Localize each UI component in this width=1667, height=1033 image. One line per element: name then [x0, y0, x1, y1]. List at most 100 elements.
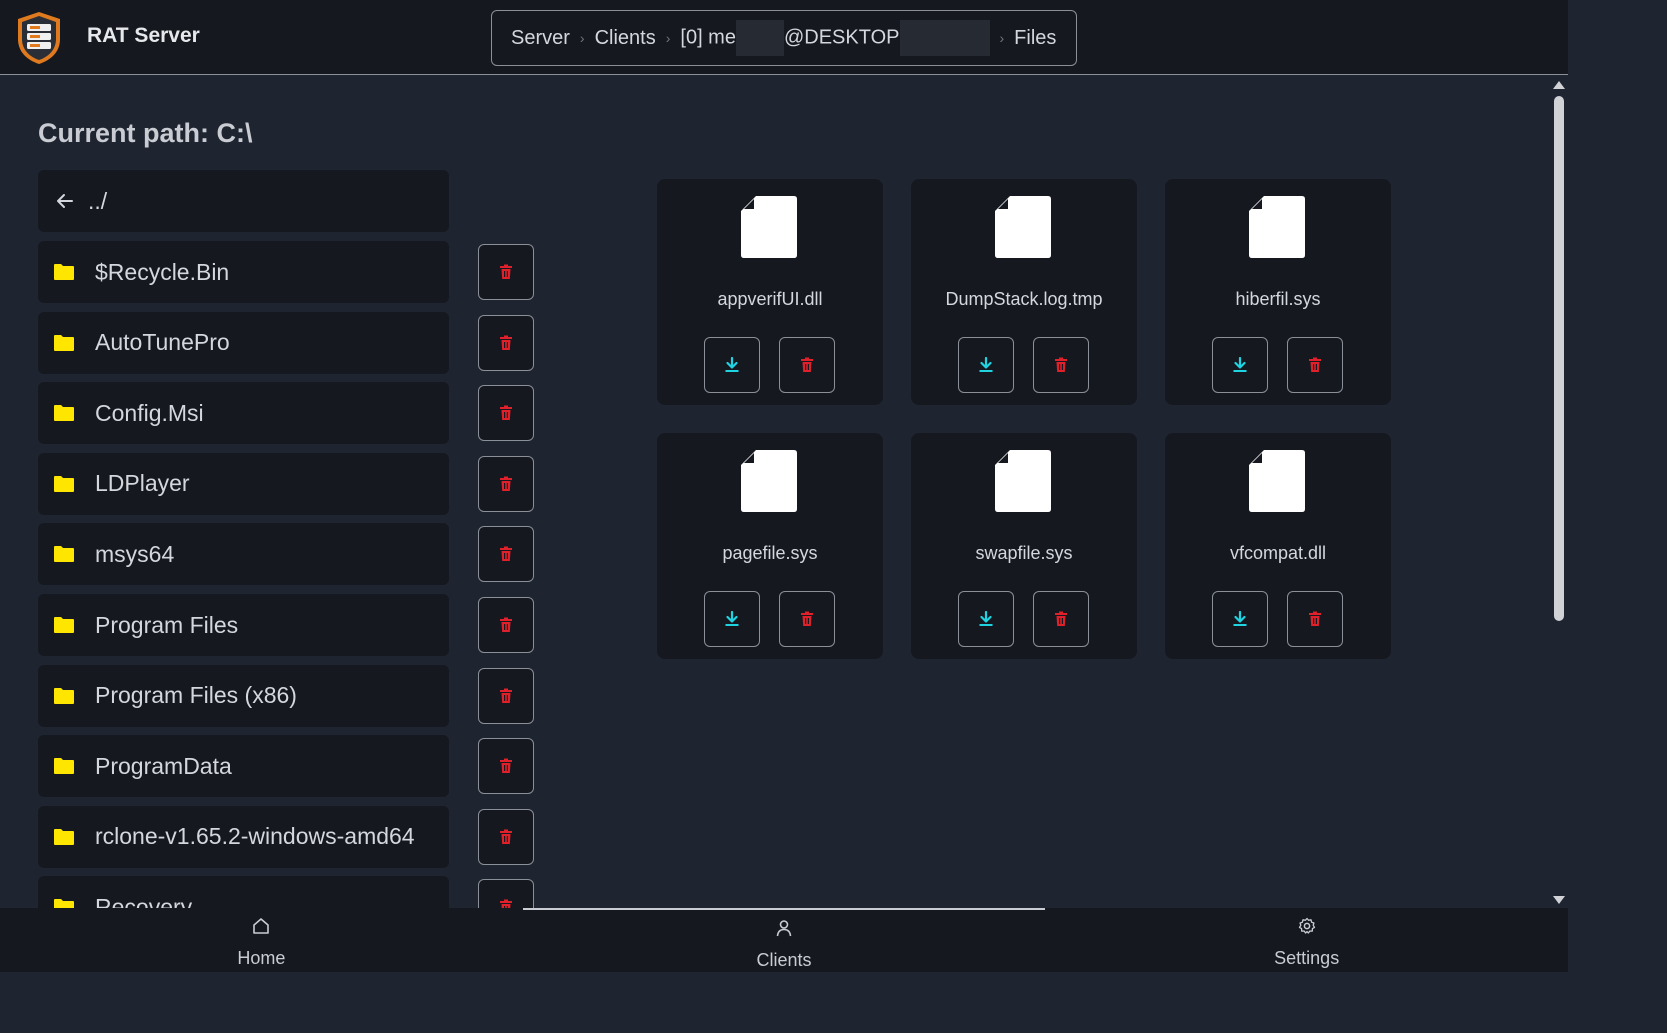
file-name: pagefile.sys: [722, 543, 818, 563]
app-title: RAT Server: [87, 24, 200, 47]
download-file-button[interactable]: [1212, 591, 1268, 647]
gear-icon: [1298, 917, 1315, 934]
folder-name: Recovery: [95, 893, 193, 908]
nav-home[interactable]: Home: [0, 908, 523, 972]
delete-folder-button[interactable]: [478, 667, 534, 724]
scroll-down-arrow-icon[interactable]: [1553, 896, 1565, 904]
folder-row[interactable]: Recovery: [38, 876, 449, 908]
delete-file-button[interactable]: [1287, 591, 1343, 647]
folder-row[interactable]: Config.Msi: [38, 382, 449, 445]
folder-name: Program Files: [95, 611, 239, 638]
chevron-right-icon: ›: [999, 30, 1005, 46]
chevron-right-icon: ›: [579, 30, 585, 46]
nav-clients[interactable]: Clients: [522, 908, 1046, 972]
delete-file-button[interactable]: [779, 337, 835, 393]
file-icon: [995, 196, 1051, 258]
redaction: [899, 20, 990, 56]
folder-icon: [54, 264, 74, 280]
trash-icon: [500, 829, 512, 844]
app-header: RAT Server Server › Clients › [0] me @DES…: [0, 0, 1568, 75]
delete-file-button[interactable]: [1287, 337, 1343, 393]
download-file-button[interactable]: [1212, 337, 1268, 393]
chevron-right-icon: ›: [665, 30, 671, 46]
file-card: swapfile.sys: [911, 433, 1137, 659]
file-icon: [1249, 196, 1305, 258]
folder-name: msys64: [95, 540, 175, 567]
download-file-button[interactable]: [704, 591, 760, 647]
download-icon: [979, 357, 993, 372]
download-icon: [1233, 611, 1247, 626]
nav-home-label: Home: [237, 948, 286, 968]
folder-row[interactable]: Program Files (x86): [38, 664, 449, 727]
breadcrumb-clients[interactable]: Clients: [595, 27, 656, 50]
trash-icon: [500, 758, 512, 774]
folder-name: AutoTunePro: [95, 329, 230, 356]
download-icon: [725, 611, 739, 626]
delete-folder-button[interactable]: [478, 738, 534, 795]
trash-icon: [1309, 357, 1321, 372]
arrow-left-icon: [57, 194, 73, 208]
trash-icon: [1309, 611, 1321, 626]
breadcrumb-server[interactable]: Server: [511, 27, 570, 50]
delete-file-button[interactable]: [1033, 337, 1089, 393]
folder-row[interactable]: ProgramData: [38, 735, 449, 798]
delete-folder-button[interactable]: [478, 385, 534, 442]
delete-folder-button[interactable]: [478, 808, 534, 865]
trash-icon: [500, 335, 512, 350]
delete-folder-button[interactable]: [478, 455, 534, 512]
trash-icon: [500, 617, 512, 632]
folder-row[interactable]: AutoTunePro: [38, 311, 449, 374]
file-browser: Current path: C:\ ../ $Recycle.Bin AutoT…: [0, 76, 1550, 908]
file-card: DumpStack.log.tmp: [911, 179, 1137, 405]
trash-icon: [500, 476, 512, 491]
download-file-button[interactable]: [958, 337, 1014, 393]
file-icon: [1249, 450, 1305, 512]
delete-folder-button[interactable]: [478, 879, 534, 908]
file-name: hiberfil.sys: [1235, 289, 1321, 309]
folder-row[interactable]: msys64: [38, 523, 449, 586]
folder-icon: [54, 475, 74, 492]
nav-clients-label: Clients: [756, 950, 812, 970]
folder-row[interactable]: $Recycle.Bin: [38, 241, 449, 303]
trash-icon: [801, 357, 813, 372]
delete-file-button[interactable]: [1033, 591, 1089, 647]
trash-icon: [801, 611, 813, 626]
nav-settings[interactable]: Settings: [1045, 908, 1568, 972]
folder-row[interactable]: rclone-v1.65.2-windows-amd64: [38, 805, 449, 868]
delete-folder-button[interactable]: [478, 526, 534, 583]
folder-name: LDPlayer: [95, 470, 190, 497]
delete-folder-button[interactable]: [478, 244, 534, 300]
delete-file-button[interactable]: [779, 591, 835, 647]
download-file-button[interactable]: [958, 591, 1014, 647]
parent-directory-row[interactable]: ../: [38, 170, 449, 232]
file-name: swapfile.sys: [975, 543, 1073, 563]
trash-icon: [500, 546, 512, 562]
file-icon: [995, 450, 1051, 512]
server-shield-logo-icon: [18, 12, 60, 64]
scroll-up-arrow-icon[interactable]: [1553, 81, 1565, 89]
home-icon: [253, 918, 270, 934]
delete-folder-button[interactable]: [478, 597, 534, 653]
folder-icon: [54, 899, 74, 908]
file-icon: [741, 196, 797, 258]
download-icon: [979, 611, 993, 626]
folder-name: $Recycle.Bin: [95, 258, 230, 285]
trash-icon: [1055, 357, 1067, 372]
scrollbar[interactable]: [1550, 76, 1568, 908]
folder-icon: [54, 546, 74, 563]
file-name: vfcompat.dll: [1229, 543, 1327, 563]
breadcrumb-client[interactable]: [0] me @DESKTOP: [680, 20, 990, 56]
parent-directory-label: ../: [88, 187, 108, 214]
folder-row[interactable]: Program Files: [38, 594, 449, 656]
download-file-button[interactable]: [704, 337, 760, 393]
breadcrumb-files[interactable]: Files: [1014, 27, 1056, 50]
scroll-thumb[interactable]: [1554, 96, 1564, 621]
bottom-nav: Home Clients Settings: [0, 908, 1568, 972]
folder-row[interactable]: LDPlayer: [38, 452, 449, 515]
current-path: Current path: C:\: [38, 118, 253, 148]
folder-icon: [54, 828, 74, 845]
trash-icon: [500, 264, 512, 279]
delete-folder-button[interactable]: [478, 314, 534, 371]
trash-icon: [500, 405, 512, 421]
redaction: [735, 20, 784, 56]
